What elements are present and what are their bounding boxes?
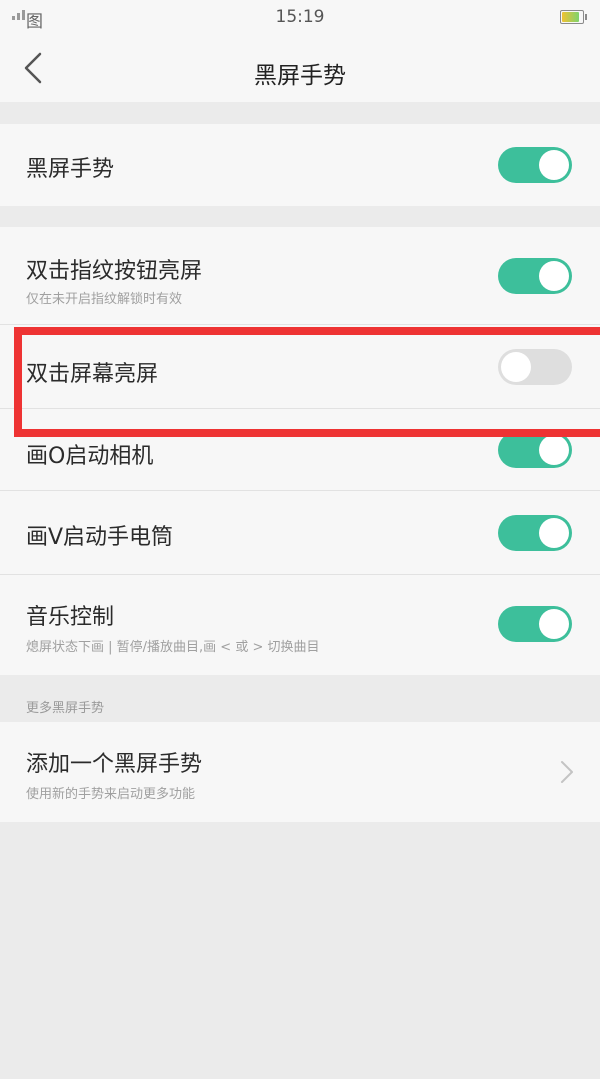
row-title: 双击指纹按钮亮屏 bbox=[26, 259, 203, 284]
settings-row-double-tap-screen[interactable]: 双击屏幕亮屏 bbox=[0, 325, 600, 409]
toggle-switch-double-tap-fingerprint[interactable] bbox=[498, 258, 572, 294]
battery-icon bbox=[560, 10, 587, 24]
toggle-knob bbox=[539, 261, 569, 291]
toggle-switch-music-control[interactable] bbox=[498, 606, 572, 642]
row-title: 添加一个黑屏手势 bbox=[26, 752, 203, 777]
row-title: 双击屏幕亮屏 bbox=[26, 362, 159, 387]
toggle-knob bbox=[539, 609, 569, 639]
settings-row-double-tap-fingerprint[interactable]: 双击指纹按钮亮屏 仅在未开启指纹解锁时有效 bbox=[0, 227, 600, 325]
row-title: 画V启动手电筒 bbox=[26, 525, 174, 550]
main-toggle-switch[interactable] bbox=[498, 147, 572, 183]
row-subtitle: 仅在未开启指纹解锁时有效 bbox=[26, 292, 183, 307]
settings-row-draw-v-flashlight[interactable]: 画V启动手电筒 bbox=[0, 491, 600, 575]
toggle-knob bbox=[539, 435, 569, 465]
page-title: 黑屏手势 bbox=[254, 63, 346, 89]
toggle-switch-draw-v-flashlight[interactable] bbox=[498, 515, 572, 551]
toggle-knob bbox=[501, 352, 531, 382]
toggle-knob bbox=[539, 150, 569, 180]
chevron-right-icon bbox=[561, 761, 573, 783]
toggle-switch-draw-o-camera[interactable] bbox=[498, 432, 572, 468]
row-subtitle: 使用新的手势来启动更多功能 bbox=[26, 787, 196, 802]
toggle-switch-double-tap-screen[interactable] bbox=[498, 349, 572, 385]
row-title: 黑屏手势 bbox=[26, 157, 115, 182]
row-title: 音乐控制 bbox=[26, 605, 115, 630]
battery-level bbox=[562, 12, 579, 22]
nav-bar: 黑屏手势 bbox=[0, 36, 600, 102]
status-time: 15:19 bbox=[275, 7, 325, 27]
status-bar: 图 15:19 bbox=[0, 0, 600, 36]
settings-row-add-gesture[interactable]: 添加一个黑屏手势 使用新的手势来启动更多功能 bbox=[0, 722, 600, 822]
row-subtitle: 熄屏状态下画 | 暂停/播放曲目,画 < 或 > 切换曲目 bbox=[26, 640, 320, 655]
settings-row-draw-o-camera[interactable]: 画O启动相机 bbox=[0, 409, 600, 491]
settings-row-music-control[interactable]: 音乐控制 熄屏状态下画 | 暂停/播放曲目,画 < 或 > 切换曲目 bbox=[0, 575, 600, 675]
settings-row-main-toggle[interactable]: 黑屏手势 bbox=[0, 124, 600, 206]
section-label-more-gestures: 更多黑屏手势 bbox=[26, 701, 105, 716]
row-title: 画O启动相机 bbox=[26, 444, 154, 469]
toggle-knob bbox=[539, 518, 569, 548]
